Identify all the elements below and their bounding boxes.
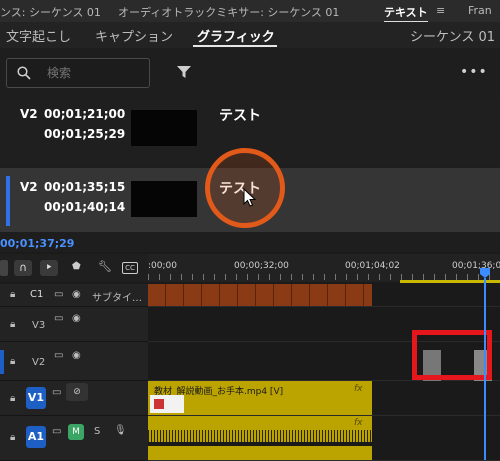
lock-icon[interactable]: 🔒︎: [10, 393, 15, 404]
filter-icon[interactable]: [176, 65, 192, 79]
linked-selection-icon[interactable]: ⯈: [40, 260, 58, 276]
sync-lock-icon[interactable]: ▭: [52, 387, 61, 398]
track-c1: [148, 284, 500, 307]
item-track: V2: [20, 107, 38, 121]
fx-badge: fx: [354, 384, 363, 394]
snap-icon[interactable]: ∩: [14, 260, 32, 276]
lock-icon[interactable]: 🔒︎: [10, 432, 15, 443]
track-header-v3: 🔒︎ V3 ▭ ◉: [0, 307, 148, 342]
sync-lock-icon[interactable]: ▭: [54, 350, 63, 361]
sequence-name: シーケンス 01: [410, 30, 496, 45]
item-end-time: 00;01;25;29: [44, 127, 126, 141]
ruler-label: 00;00;32;00: [234, 261, 289, 271]
microphone-icon[interactable]: 🎙︎: [114, 425, 127, 436]
subtitle-track-name: サブタイ…: [92, 293, 142, 304]
fx-badge: fx: [354, 418, 363, 428]
track-target-a1[interactable]: A1: [26, 426, 46, 448]
search-field[interactable]: [6, 58, 150, 88]
item-title: テスト: [219, 108, 261, 124]
item-start-time: 00;01;21;00: [44, 107, 126, 121]
item-start-time: 00;01;35;15: [44, 180, 126, 194]
timeline-header: [0, 234, 500, 252]
eye-hidden-icon[interactable]: ⊘: [66, 383, 88, 401]
video-clip[interactable]: 教材_解説動画_お手本.mp4 [V] fx: [148, 381, 372, 415]
eye-icon[interactable]: ◉: [72, 289, 81, 300]
highlight-box: [412, 330, 492, 380]
active-tab-underline: [193, 45, 277, 47]
lock-icon[interactable]: 🔒︎: [10, 319, 15, 330]
tab-frame[interactable]: Fran: [468, 4, 492, 17]
lock-icon[interactable]: 🔒︎: [10, 356, 15, 367]
timecode-display[interactable]: 00;01;37;29: [0, 237, 74, 250]
search-icon: [17, 66, 31, 80]
wrench-icon[interactable]: 🔧︎: [98, 260, 112, 273]
eye-icon[interactable]: ◉: [72, 313, 81, 324]
track-label: V2: [32, 357, 46, 368]
solo-button[interactable]: S: [94, 426, 100, 437]
clip-thumbnail: [150, 395, 184, 413]
track-target-indicator[interactable]: [0, 350, 4, 374]
sync-lock-icon[interactable]: ▭: [54, 313, 63, 324]
lock-icon[interactable]: 🔒︎: [10, 289, 15, 300]
track-target-v1[interactable]: V1: [26, 387, 46, 409]
tab-graphics[interactable]: グラフィック: [197, 26, 275, 45]
track-header-v2: 🔒︎ V2 ▭ ◉: [0, 342, 148, 381]
tab-transcript[interactable]: 文字起こし: [6, 26, 71, 45]
track-v1: 教材_解説動画_お手本.mp4 [V] fx: [148, 381, 500, 416]
item-thumbnail: [131, 181, 197, 217]
item-end-time: 00;01;40;14: [44, 200, 126, 214]
sync-lock-icon[interactable]: ▭: [54, 289, 63, 300]
selection-indicator: [6, 176, 10, 226]
sync-lock-icon[interactable]: ▭: [52, 426, 61, 437]
nest-toggle-icon[interactable]: [0, 260, 8, 276]
track-label: V3: [32, 320, 46, 331]
mute-button[interactable]: M: [68, 424, 84, 440]
item-track: V2: [20, 180, 38, 194]
caption-clips[interactable]: [148, 284, 372, 306]
track-a1: fx: [148, 416, 500, 461]
audio-clip[interactable]: fx: [148, 416, 372, 442]
tab-captions[interactable]: キャプション: [95, 26, 173, 45]
playhead-line[interactable]: [484, 278, 486, 460]
track-header-v1: 🔒︎ V1 ▭ ⊘: [0, 381, 148, 416]
audio-clip-lower[interactable]: [148, 446, 372, 460]
track-header-c1: 🔒︎ C1 ▭ ◉ サブタイ…: [0, 284, 148, 307]
tab-audio-mixer[interactable]: オーディオトラックミキサー: シーケンス 01: [118, 4, 339, 20]
track-label: C1: [30, 289, 44, 300]
marker-icon[interactable]: ⬟: [72, 261, 81, 272]
tab-text[interactable]: テキスト: [384, 4, 428, 23]
track-header-a1: 🔒︎ A1 ▭ M S 🎙︎: [0, 416, 148, 461]
ruler-label: 00;01;04;02: [345, 261, 400, 271]
thumbnail-graphic: [154, 399, 164, 409]
more-options-icon[interactable]: •••: [460, 64, 488, 80]
item-thumbnail: [131, 110, 197, 146]
captions-icon[interactable]: CC: [122, 262, 138, 274]
ruler-label: :00;00: [148, 261, 177, 271]
timeline-panel: 00;01;37;29 ∩ ⯈ ⬟ 🔧︎ CC :00;00 00;00;32;…: [0, 234, 500, 461]
ruler-label: 00;01;36;02: [452, 261, 500, 271]
mouse-cursor-icon: [243, 188, 257, 207]
panel-tab-bar: ンス: シーケンス 01 オーディオトラックミキサー: シーケンス 01 テキス…: [0, 0, 500, 23]
eye-icon[interactable]: ◉: [72, 350, 81, 361]
search-input[interactable]: [45, 62, 145, 84]
tab-sequence[interactable]: ンス: シーケンス 01: [0, 4, 101, 20]
panel-menu-icon[interactable]: ≡: [436, 4, 445, 17]
